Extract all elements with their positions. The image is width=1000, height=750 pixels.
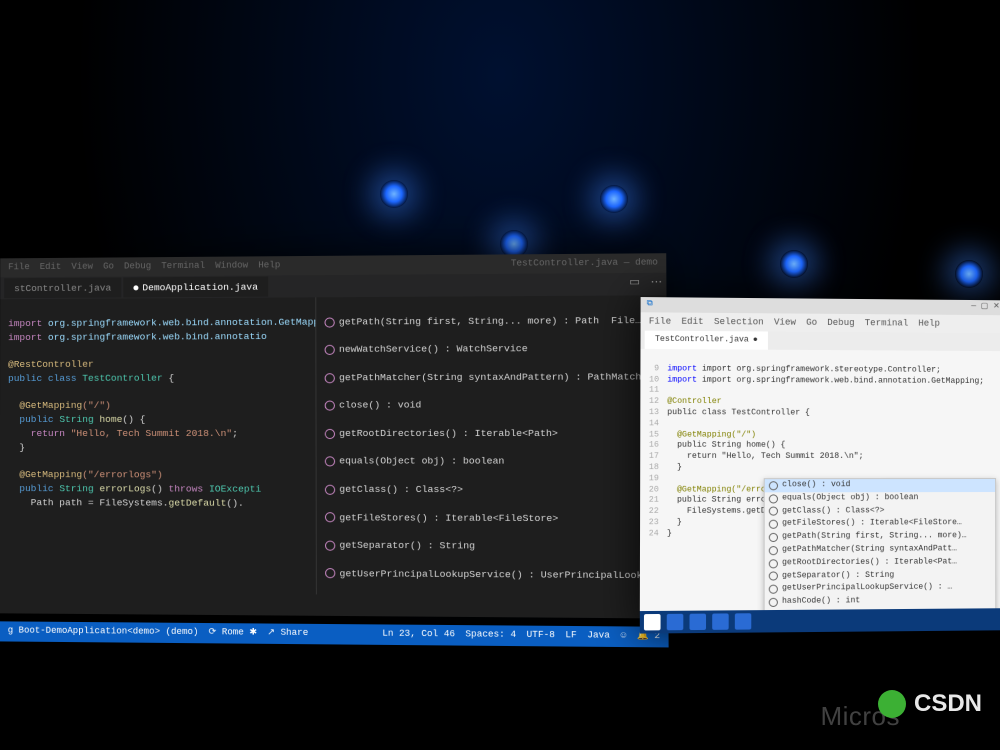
menu-item[interactable]: Edit bbox=[40, 261, 62, 274]
editor-tabs: TestController.java ● bbox=[640, 331, 1000, 352]
menu-item[interactable]: File bbox=[649, 315, 671, 328]
method-icon bbox=[769, 533, 778, 542]
status-spaces[interactable]: Spaces: 4 bbox=[465, 629, 516, 643]
status-language[interactable]: Java bbox=[587, 630, 610, 644]
menu-item[interactable]: Help bbox=[258, 259, 280, 272]
menu-item[interactable]: File bbox=[8, 261, 30, 274]
code-editor-left[interactable]: import org.springframework.web.bind.anno… bbox=[0, 297, 316, 594]
suggestion-item[interactable]: hashCode() : int bbox=[782, 596, 860, 608]
status-app[interactable]: g Boot-DemoApplication<demo> (demo) bbox=[8, 625, 199, 640]
window-title: TestController.java — demo bbox=[511, 256, 658, 270]
status-branch[interactable]: ⟳ Rome ✱ bbox=[209, 627, 257, 641]
more-icon[interactable]: ⋯ bbox=[651, 276, 663, 292]
taskbar-item[interactable] bbox=[689, 614, 706, 630]
vscode-icon: ⧉ bbox=[647, 299, 653, 310]
stage-spotlight bbox=[955, 260, 983, 288]
menu-item[interactable]: Debug bbox=[124, 260, 151, 273]
stage-spotlight bbox=[380, 180, 408, 208]
status-eol[interactable]: LF bbox=[565, 630, 576, 644]
stage-spotlight bbox=[780, 250, 808, 278]
tab-testcontroller[interactable]: stController.java bbox=[4, 277, 121, 299]
wechat-icon bbox=[878, 690, 906, 718]
suggestion-item[interactable]: getRootDirectories() : Iterable<Pat… bbox=[782, 557, 957, 569]
vscode-light-window: ⧉ — ▢ ✕ File Edit Selection View Go Debu… bbox=[640, 297, 1000, 634]
method-icon bbox=[325, 541, 335, 551]
method-icon bbox=[324, 317, 334, 327]
status-encoding[interactable]: UTF-8 bbox=[527, 629, 555, 643]
tab-testcontroller[interactable]: TestController.java ● bbox=[645, 331, 768, 350]
method-icon bbox=[325, 513, 335, 523]
suggestion-item[interactable]: close() : void bbox=[782, 480, 850, 491]
method-icon bbox=[769, 520, 778, 529]
method-icon bbox=[769, 572, 778, 581]
suggestion-item[interactable]: getSeparator() : String bbox=[782, 570, 894, 582]
unsaved-dot-icon bbox=[133, 285, 138, 290]
tab-demoapplication[interactable]: DemoApplication.java bbox=[123, 276, 268, 298]
suggestion-item[interactable]: getRootDirectories() : Iterable<Path> bbox=[339, 427, 558, 441]
start-button[interactable] bbox=[644, 614, 661, 631]
vscode-dark-window: File Edit View Go Debug Terminal Window … bbox=[0, 253, 668, 618]
suggestion-item[interactable]: getUserPrincipalLookupService() : … bbox=[782, 583, 952, 595]
menu-item[interactable]: Window bbox=[215, 259, 248, 272]
menu-item[interactable]: Go bbox=[103, 260, 114, 273]
split-editor-icon[interactable]: ▭ bbox=[629, 276, 640, 292]
intellisense-popup[interactable]: getPath(String first, String... more) : … bbox=[315, 295, 668, 597]
status-cursor[interactable]: Ln 23, Col 46 bbox=[382, 628, 455, 642]
windows-taskbar[interactable] bbox=[640, 608, 1000, 633]
taskbar-item[interactable] bbox=[712, 613, 728, 629]
suggestion-item[interactable]: getClass() : Class<?> bbox=[339, 483, 463, 497]
suggestion-item[interactable]: getPathMatcher(String syntaxAndPattern) … bbox=[339, 370, 653, 385]
method-icon bbox=[325, 457, 335, 467]
method-icon bbox=[769, 494, 778, 503]
method-icon bbox=[325, 568, 335, 578]
taskbar-item[interactable] bbox=[735, 613, 751, 629]
suggestion-item[interactable]: hashCode() : int bbox=[340, 595, 434, 597]
suggestion-item[interactable]: getPath(String first, String... more)… bbox=[782, 531, 967, 543]
csdn-watermark: CSDN bbox=[878, 690, 982, 718]
menu-item[interactable]: Edit bbox=[681, 315, 703, 327]
window-controls[interactable]: — ▢ ✕ bbox=[971, 302, 1000, 313]
method-icon bbox=[769, 481, 778, 490]
suggestion-item[interactable]: getFileStores() : Iterable<FileStore… bbox=[782, 519, 962, 530]
taskbar-item[interactable] bbox=[667, 614, 684, 630]
status-share[interactable]: ↗ Share bbox=[267, 627, 308, 641]
method-icon bbox=[325, 429, 335, 439]
suggestion-item[interactable]: getPath(String first, String... more) : … bbox=[339, 314, 641, 329]
suggestion-item[interactable]: getUserPrincipalLookupService() : UserPr… bbox=[339, 567, 666, 583]
suggestion-item[interactable]: close() : void bbox=[339, 399, 421, 413]
menu-item[interactable]: Debug bbox=[827, 317, 854, 329]
method-icon bbox=[769, 585, 778, 594]
method-icon bbox=[769, 546, 778, 555]
menu-item[interactable]: View bbox=[774, 316, 796, 328]
method-icon bbox=[769, 507, 778, 516]
suggestion-item[interactable]: getClass() : Class<?> bbox=[782, 506, 884, 517]
method-icon bbox=[769, 598, 778, 607]
suggestion-item[interactable]: getSeparator() : String bbox=[339, 539, 475, 554]
method-icon bbox=[769, 559, 778, 568]
method-icon bbox=[325, 401, 335, 411]
menu-item[interactable]: Terminal bbox=[865, 317, 909, 330]
menu-item[interactable]: Selection bbox=[714, 316, 764, 329]
feedback-icon[interactable]: ☺ bbox=[621, 630, 627, 644]
suggestion-item[interactable]: newWatchService() : WatchService bbox=[339, 342, 528, 357]
menu-item[interactable]: Terminal bbox=[161, 260, 205, 273]
menu-item[interactable]: Help bbox=[918, 317, 940, 329]
method-icon bbox=[325, 345, 335, 355]
method-icon bbox=[325, 373, 335, 383]
method-icon bbox=[325, 485, 335, 495]
menu-item[interactable]: View bbox=[71, 261, 93, 274]
suggestion-item[interactable]: getFileStores() : Iterable<FileStore> bbox=[339, 511, 558, 526]
suggestion-item[interactable]: getPathMatcher(String syntaxAndPatt… bbox=[782, 544, 957, 556]
suggestion-item[interactable]: equals(Object obj) : boolean bbox=[782, 493, 918, 504]
stage-spotlight bbox=[600, 185, 628, 213]
suggestion-item[interactable]: equals(Object obj) : boolean bbox=[339, 455, 504, 469]
menu-item[interactable]: Go bbox=[806, 316, 817, 328]
